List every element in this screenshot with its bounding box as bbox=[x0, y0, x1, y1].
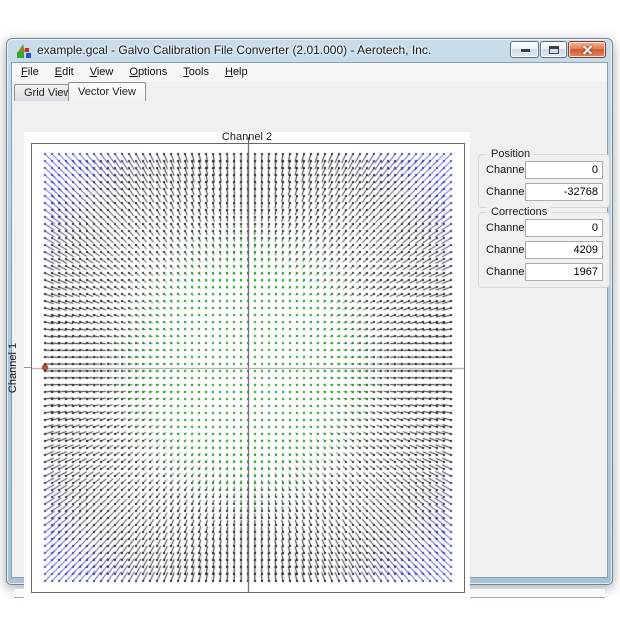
maximize-button[interactable] bbox=[540, 41, 567, 58]
minimize-icon bbox=[521, 49, 530, 52]
corrections-channel2-input[interactable] bbox=[525, 241, 603, 259]
tab-vector-view[interactable]: Vector View bbox=[68, 82, 146, 101]
position-channel1-row: Channel 1 bbox=[479, 161, 609, 181]
corrections-channel1-input[interactable] bbox=[525, 219, 603, 237]
corrections-channel3-input[interactable] bbox=[525, 263, 603, 281]
tab-strip: Grid View Vector View bbox=[12, 82, 607, 101]
position-channel2-input[interactable] bbox=[525, 183, 603, 201]
corrections-groupbox: Corrections Channel 1 Channel 2 Channel … bbox=[478, 212, 610, 288]
menu-item-view[interactable]: View bbox=[82, 63, 122, 82]
position-groupbox: Position Channel 1 Channel 2 bbox=[478, 154, 610, 208]
position-group-title: Position bbox=[487, 148, 534, 161]
position-channel2-row: Channel 2 bbox=[479, 183, 609, 203]
minimize-button[interactable] bbox=[510, 41, 539, 58]
client-area: File Edit View Options Tools Help Grid V… bbox=[11, 62, 608, 578]
window-title: example.gcal - Galvo Calibration File Co… bbox=[37, 39, 431, 62]
corrections-channel3-row: Channel 3 bbox=[479, 263, 609, 283]
corrections-channel1-row: Channel 1 bbox=[479, 219, 609, 239]
chart-panel: Channel 2 bbox=[24, 132, 470, 604]
x-axis-label: Channel 2 bbox=[24, 132, 470, 143]
menu-item-file[interactable]: File bbox=[13, 63, 47, 82]
plot-box bbox=[31, 143, 465, 593]
close-icon bbox=[582, 45, 593, 56]
menu-item-edit[interactable]: Edit bbox=[47, 63, 82, 82]
close-button[interactable] bbox=[568, 41, 606, 58]
menu-item-options[interactable]: Options bbox=[121, 63, 175, 82]
y-axis-label: Channel 1 bbox=[7, 328, 21, 408]
menu-item-help[interactable]: Help bbox=[217, 63, 256, 82]
app-icon bbox=[16, 43, 32, 59]
position-channel1-input[interactable] bbox=[525, 161, 603, 179]
y-axis-tick bbox=[24, 367, 31, 368]
corrections-group-title: Corrections bbox=[487, 206, 551, 219]
corrections-channel2-row: Channel 2 bbox=[479, 241, 609, 261]
vector-view-page: Channel 1 Channel 2 Position Channel 1 C… bbox=[12, 101, 607, 577]
app-window: example.gcal - Galvo Calibration File Co… bbox=[6, 38, 613, 585]
menu-item-tools[interactable]: Tools bbox=[175, 63, 217, 82]
vector-field-canvas[interactable] bbox=[32, 144, 464, 592]
maximize-icon bbox=[549, 46, 559, 54]
title-bar: example.gcal - Galvo Calibration File Co… bbox=[7, 39, 612, 62]
menu-bar: File Edit View Options Tools Help bbox=[12, 63, 607, 82]
caption-buttons bbox=[510, 41, 606, 58]
